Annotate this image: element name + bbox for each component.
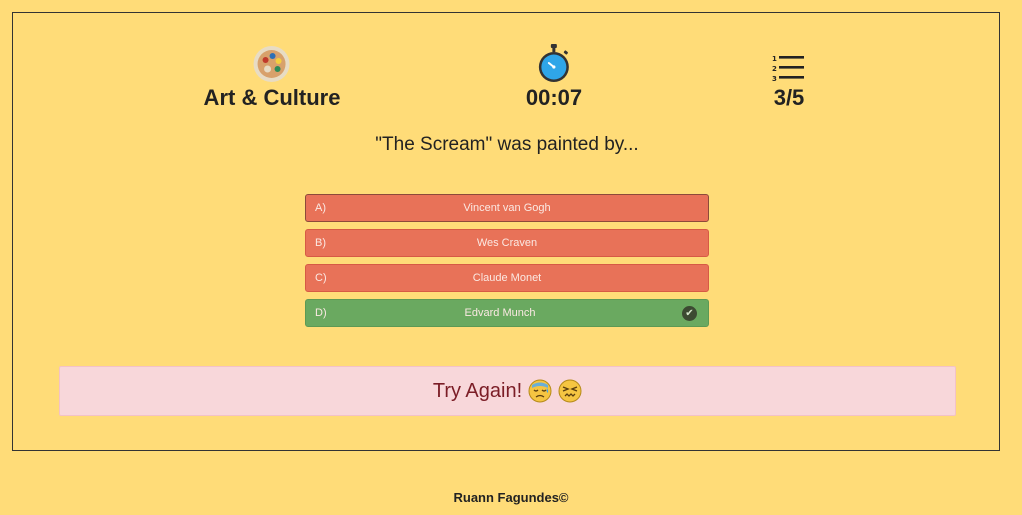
sad-sweat-face-icon (528, 379, 552, 403)
progress-label: 3/5 (773, 85, 805, 110)
option-text: Claude Monet (472, 272, 542, 284)
option-a-button[interactable]: A) Vincent van Gogh (305, 194, 709, 222)
footer-credit: Ruann Fagundes© (453, 490, 569, 505)
category-label: Art & Culture (203, 85, 341, 110)
category-stat: Art & Culture (203, 43, 341, 111)
svg-text:1: 1 (772, 55, 777, 63)
option-d-button[interactable]: D) Edvard Munch ✔ (305, 299, 709, 327)
progress-stat: 1 2 3 3/5 (772, 43, 806, 111)
option-c-button[interactable]: C) Claude Monet (305, 264, 709, 292)
result-banner: Try Again! (59, 366, 956, 416)
timer-stat: 00:07 (526, 43, 582, 111)
option-text: Vincent van Gogh (463, 202, 551, 214)
svg-text:2: 2 (772, 65, 777, 73)
numbered-list-icon: 1 2 3 (772, 43, 806, 83)
question-text: "The Scream" was painted by... (375, 134, 639, 155)
confounded-face-icon (558, 379, 582, 403)
result-message: Try Again! (432, 379, 523, 402)
palette-icon (204, 43, 341, 83)
check-icon: ✔ (682, 306, 697, 321)
svg-text:3: 3 (772, 75, 777, 83)
option-text: Wes Craven (476, 237, 538, 249)
answer-options: A) Vincent van Gogh B) Wes Craven C) Cla… (305, 194, 709, 334)
quiz-container: Art & Culture 00:07 1 2 3 3/5 "The Screa… (12, 12, 1000, 451)
option-b-button[interactable]: B) Wes Craven (305, 229, 709, 257)
stopwatch-icon (526, 43, 582, 83)
option-text: Edvard Munch (464, 307, 536, 319)
timer-label: 00:07 (525, 85, 583, 110)
